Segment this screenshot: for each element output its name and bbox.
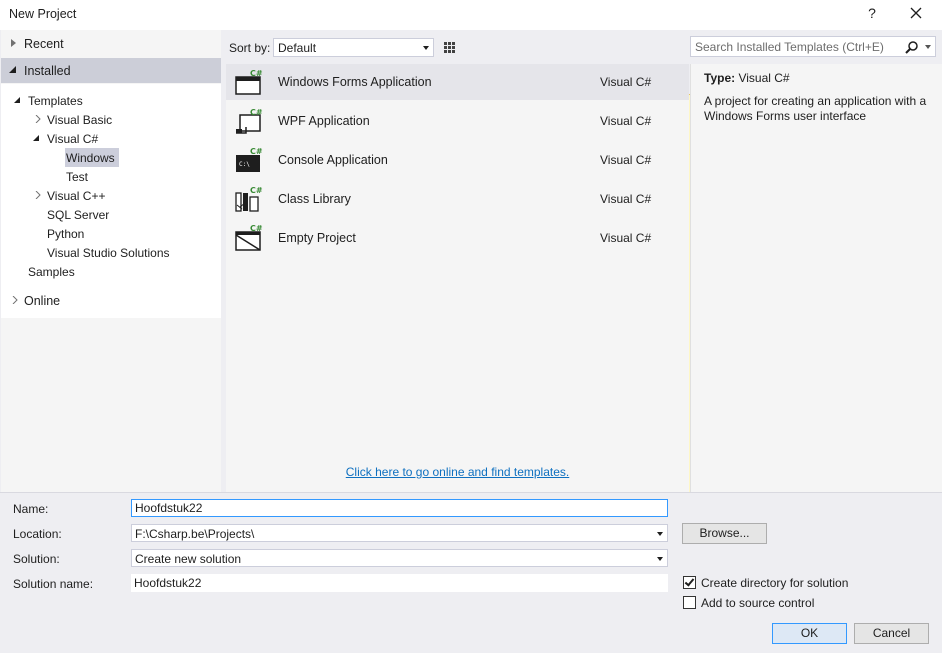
- template-list: C# Windows Forms Application Visual C# C…: [226, 64, 689, 492]
- template-name: WPF Application: [278, 114, 370, 128]
- small-icons-view-button[interactable]: [439, 37, 461, 58]
- solution-select[interactable]: Create new solution: [131, 549, 668, 567]
- tree-python[interactable]: Python: [47, 227, 84, 241]
- template-name: Empty Project: [278, 231, 356, 245]
- wpf-icon: C#: [236, 108, 263, 134]
- sort-label: Sort by:: [229, 41, 271, 55]
- create-directory-label[interactable]: Create directory for solution: [701, 576, 848, 590]
- sort-bar: Sort by: Default Search Installed Templa…: [221, 30, 942, 522]
- search-input[interactable]: Search Installed Templates (Ctrl+E): [695, 40, 884, 54]
- tree-vs-solutions[interactable]: Visual Studio Solutions: [47, 246, 170, 260]
- expand-arrow-icon[interactable]: [11, 296, 19, 304]
- tree-installed[interactable]: Installed: [24, 64, 71, 78]
- solution-name-field[interactable]: [131, 574, 668, 592]
- location-value: F:\Csharp.be\Projects\: [135, 527, 255, 541]
- expand-arrow-icon[interactable]: [34, 115, 42, 123]
- project-form: Name: Location: F:\Csharp.be\Projects\ B…: [0, 492, 942, 653]
- svg-text:C#: C#: [250, 69, 263, 78]
- collapse-arrow-icon[interactable]: [8, 65, 16, 73]
- source-control-label[interactable]: Add to source control: [701, 596, 814, 610]
- location-select[interactable]: F:\Csharp.be\Projects\: [131, 524, 668, 542]
- source-control-checkbox[interactable]: [683, 596, 696, 609]
- type-value: Visual C#: [738, 71, 790, 85]
- winforms-icon: C#: [235, 69, 263, 95]
- category-tree: Recent Installed Templates Visual Basic …: [1, 30, 221, 492]
- description-text: A project for creating an application wi…: [704, 94, 927, 123]
- chevron-down-icon: [423, 46, 429, 50]
- window-title: New Project: [9, 7, 77, 21]
- tree-test[interactable]: Test: [66, 170, 88, 184]
- template-language: Visual C#: [600, 114, 652, 128]
- solution-value: Create new solution: [135, 552, 242, 566]
- search-icon[interactable]: [905, 40, 919, 54]
- grid-view-icon: [444, 42, 455, 53]
- svg-text:C#: C#: [250, 224, 263, 233]
- template-name: Console Application: [278, 153, 388, 167]
- tree-sql-server[interactable]: SQL Server: [47, 208, 109, 222]
- solution-name-label: Solution name:: [13, 577, 94, 591]
- name-label: Name:: [13, 502, 49, 516]
- name-field[interactable]: [131, 499, 668, 517]
- expand-arrow-icon[interactable]: [34, 191, 42, 199]
- sort-select[interactable]: Default: [273, 38, 434, 57]
- collapse-arrow-icon[interactable]: [32, 134, 40, 142]
- template-item-wpf[interactable]: C# WPF Application Visual C#: [226, 103, 689, 139]
- sort-value: Default: [278, 41, 317, 55]
- template-item-windows-forms[interactable]: C# Windows Forms Application Visual C#: [226, 64, 689, 100]
- template-name: Class Library: [278, 192, 351, 206]
- title-bar: New Project ?: [0, 0, 942, 30]
- svg-text:C:\: C:\: [239, 161, 250, 168]
- tree-visual-csharp[interactable]: Visual C#: [47, 132, 98, 146]
- search-templates-box[interactable]: Search Installed Templates (Ctrl+E): [690, 36, 936, 57]
- template-language: Visual C#: [600, 75, 652, 89]
- tree-recent[interactable]: Recent: [24, 37, 64, 51]
- tree-visual-cpp[interactable]: Visual C++: [47, 189, 105, 203]
- template-name: Windows Forms Application: [278, 75, 432, 89]
- template-description: Type: Visual C# A project for creating a…: [690, 64, 942, 492]
- create-directory-checkbox[interactable]: [683, 576, 696, 589]
- solution-label: Solution:: [13, 552, 60, 566]
- template-item-class-library[interactable]: C# Class Library Visual C#: [226, 181, 689, 217]
- tree-online[interactable]: Online: [24, 294, 60, 308]
- collapse-arrow-icon[interactable]: [13, 96, 21, 104]
- tree-windows[interactable]: Windows: [66, 151, 115, 165]
- svg-text:C#: C#: [250, 108, 263, 117]
- type-label: Type:: [704, 71, 736, 85]
- cancel-button[interactable]: Cancel: [854, 623, 929, 644]
- expand-arrow-icon[interactable]: [11, 39, 16, 47]
- close-button[interactable]: [905, 4, 927, 24]
- console-icon: C:\ C#: [236, 147, 263, 172]
- tree-visual-basic[interactable]: Visual Basic: [47, 113, 112, 127]
- browse-button[interactable]: Browse...: [682, 523, 767, 544]
- class-library-icon: C#: [235, 186, 263, 212]
- template-language: Visual C#: [600, 231, 652, 245]
- svg-text:C#: C#: [250, 186, 263, 195]
- template-language: Visual C#: [600, 153, 652, 167]
- chevron-down-icon: [657, 557, 663, 561]
- template-item-empty-project[interactable]: C# Empty Project Visual C#: [226, 220, 689, 256]
- search-options-icon[interactable]: [925, 45, 931, 49]
- template-item-console[interactable]: C:\ C# Console Application Visual C#: [226, 142, 689, 178]
- help-button[interactable]: ?: [864, 5, 880, 23]
- ok-button[interactable]: OK: [772, 623, 847, 644]
- template-language: Visual C#: [600, 192, 652, 206]
- empty-project-icon: C#: [235, 224, 263, 251]
- chevron-down-icon: [657, 532, 663, 536]
- tree-templates[interactable]: Templates: [28, 94, 83, 108]
- tree-samples[interactable]: Samples: [28, 265, 75, 279]
- svg-text:C#: C#: [250, 147, 263, 156]
- close-icon: [910, 7, 922, 19]
- location-label: Location:: [13, 527, 62, 541]
- online-templates-link[interactable]: Click here to go online and find templat…: [226, 465, 689, 479]
- checkmark-icon: [684, 576, 695, 587]
